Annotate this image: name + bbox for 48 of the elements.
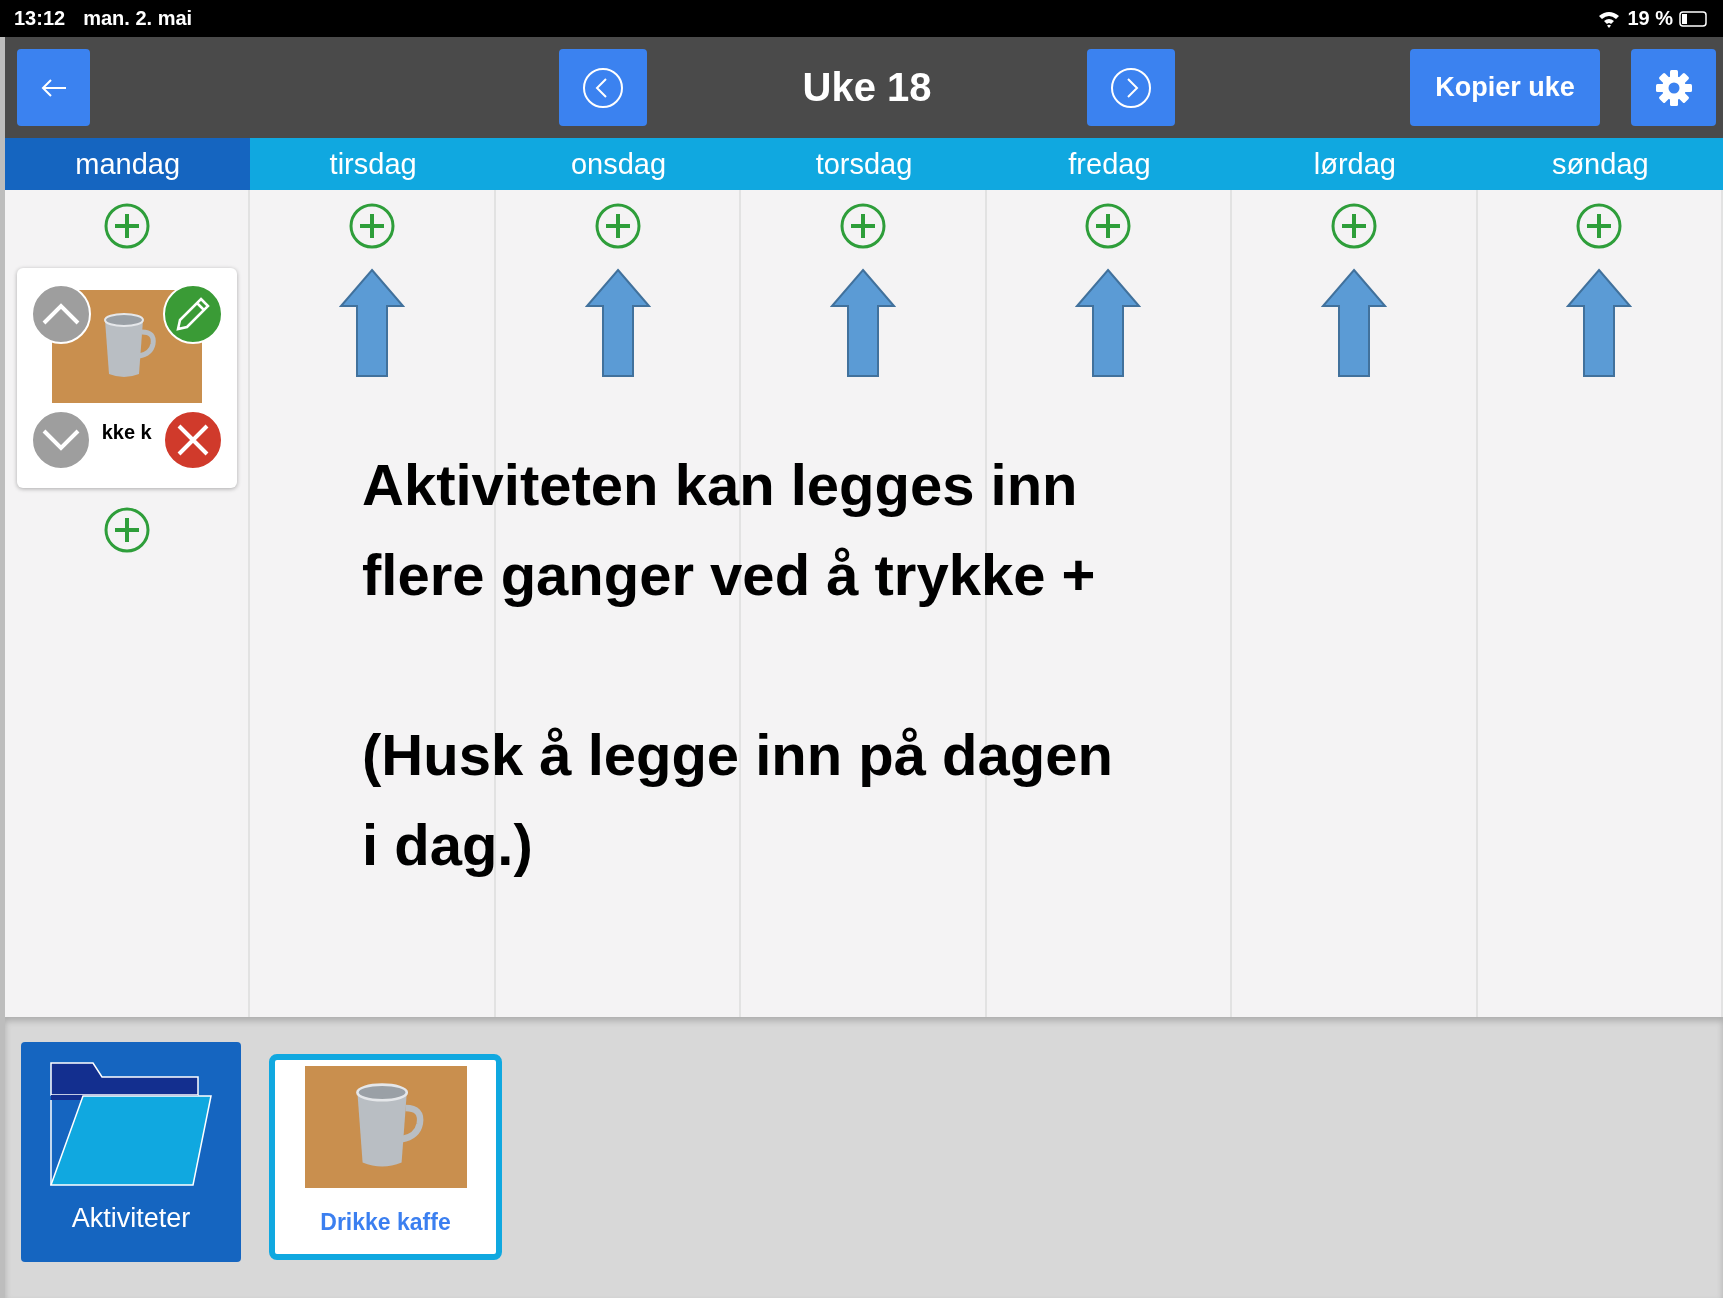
add-icon[interactable] xyxy=(1084,202,1133,250)
pencil-icon xyxy=(174,296,211,332)
folder-tile[interactable]: Aktiviteter xyxy=(21,1042,241,1262)
up-arrow-icon xyxy=(830,268,896,378)
add-icon[interactable] xyxy=(593,202,642,250)
add-icon[interactable] xyxy=(348,202,397,250)
up-arrow-icon xyxy=(1075,268,1142,378)
up-arrow-icon xyxy=(584,268,651,378)
day-tab[interactable]: torsdag xyxy=(741,138,987,190)
battery-percent: 19 % xyxy=(1627,7,1673,30)
battery-icon xyxy=(1679,10,1709,27)
annotation-text: flere ganger ved å trykke + xyxy=(362,541,1097,609)
day-tab[interactable]: lørdag xyxy=(1232,138,1478,190)
wifi-icon xyxy=(1597,9,1622,28)
back-arrow-icon xyxy=(39,77,68,98)
settings-icon xyxy=(1653,67,1694,108)
next-icon xyxy=(1109,65,1153,110)
annotation-text: i dag.) xyxy=(362,811,534,879)
annotation-text: (Husk å legge inn på dagen xyxy=(362,721,1113,789)
next-week-button[interactable] xyxy=(1087,49,1175,126)
close-icon xyxy=(175,423,210,457)
activity-card[interactable]: kke k xyxy=(16,268,237,488)
activity-label: kke k xyxy=(101,421,152,444)
day-tab[interactable]: tirsdag xyxy=(250,138,496,190)
up-arrow-icon xyxy=(1566,268,1633,378)
day-tab[interactable]: søndag xyxy=(1477,138,1723,190)
day-tab[interactable]: onsdag xyxy=(495,138,742,190)
up-arrow-icon xyxy=(339,268,406,378)
add-icon[interactable] xyxy=(102,506,151,554)
week-title: Uke 18 xyxy=(801,65,933,110)
previous-week-button[interactable] xyxy=(559,49,647,126)
add-icon[interactable] xyxy=(102,202,151,250)
chevron-up-icon xyxy=(40,302,81,326)
activity-tile[interactable]: Drikke kaffe xyxy=(269,1054,502,1260)
status-date: man. 2. mai xyxy=(83,7,193,30)
previous-icon xyxy=(581,65,625,110)
chevron-down-icon xyxy=(40,428,81,452)
day-tab[interactable]: fredag xyxy=(986,138,1233,190)
day-tab[interactable]: mandag xyxy=(5,138,251,190)
folder-icon xyxy=(48,1060,214,1188)
up-arrow-icon xyxy=(1320,268,1387,378)
copy-week-button[interactable]: Kopier uke xyxy=(1410,49,1600,126)
annotation-text: Aktiviteten kan legges inn xyxy=(362,451,1079,519)
settings-button[interactable] xyxy=(1631,49,1716,126)
add-icon[interactable] xyxy=(839,202,887,250)
add-icon[interactable] xyxy=(1575,202,1624,250)
add-icon[interactable] xyxy=(1329,202,1378,250)
status-time: 13:12 xyxy=(14,7,66,30)
